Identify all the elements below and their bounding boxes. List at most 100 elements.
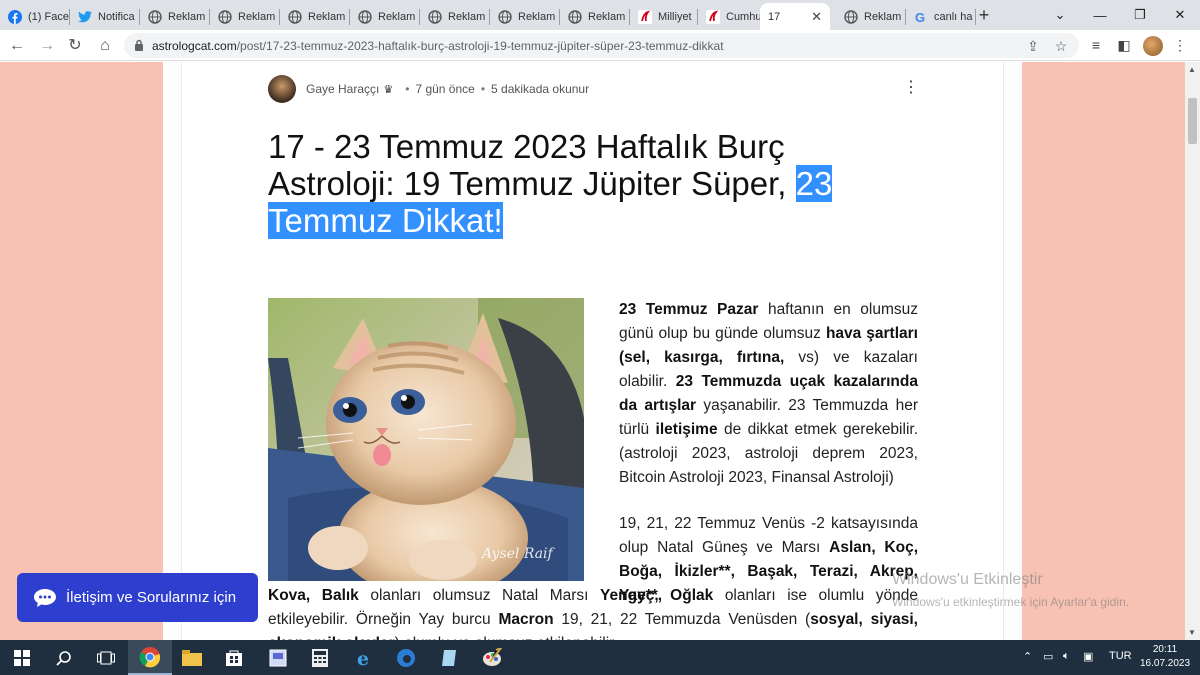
system-clock[interactable]: 20:11 16.07.2023 — [1140, 643, 1190, 671]
chevron-down-icon[interactable]: ⌄ — [1040, 0, 1080, 30]
battery-icon[interactable]: ▭ — [1043, 650, 1053, 663]
chrome-icon[interactable] — [128, 640, 172, 675]
media-control-icon[interactable]: ≡ — [1086, 35, 1106, 55]
browser-tab[interactable]: Reklam — [560, 3, 630, 30]
chat-bubble-icon — [34, 588, 56, 607]
scroll-up-icon[interactable]: ▲ — [1188, 65, 1196, 74]
tab-title: Notifica — [98, 10, 135, 23]
activation-watermark-title: Windows'u Etkinleştir — [892, 571, 1043, 588]
tab-title: Reklam — [448, 10, 486, 23]
tab-strip: (1) Face Notifica Reklam Reklam Reklam Reklam… — [0, 0, 1200, 30]
tab-title: Cumhu — [726, 10, 762, 23]
url-text: astrologcat.com/post/17-23-temmuz-2023-h… — [152, 39, 724, 53]
lock-icon[interactable] — [134, 39, 144, 51]
side-panel-icon[interactable]: ◧ — [1114, 35, 1134, 55]
notes-app-icon[interactable] — [428, 640, 472, 675]
browser-tab[interactable]: Reklam — [140, 3, 210, 30]
tab-title: Reklam — [588, 10, 626, 23]
profile-avatar[interactable] — [1143, 36, 1163, 56]
milliyet-icon — [638, 9, 652, 24]
tab-title: Reklam — [518, 10, 556, 23]
svg-text:G: G — [915, 10, 925, 24]
app-window-icon[interactable] — [256, 640, 300, 675]
bookmark-star-icon[interactable]: ☆ — [1052, 37, 1070, 55]
contact-chat-button[interactable]: İletişim ve Sorularınız için — [17, 573, 258, 622]
crown-icon: ♛ — [383, 83, 394, 96]
activation-watermark-text: Windows'u etkinleştirmek için Ayarlar'a … — [892, 595, 1130, 609]
task-view-icon[interactable] — [84, 640, 128, 675]
globe-icon — [498, 9, 512, 24]
svg-text:e: e — [357, 648, 369, 668]
chat-button-label: İletişim ve Sorularınız için — [66, 589, 237, 606]
file-explorer-icon[interactable] — [170, 640, 214, 675]
twitter-icon — [78, 10, 92, 24]
image-signature: Aysel Raif — [482, 546, 553, 562]
page-scrollbar[interactable]: ▲ ▼ — [1185, 62, 1200, 640]
close-window-button[interactable]: ✕ — [1160, 0, 1200, 30]
minimize-button[interactable]: — — [1080, 0, 1120, 30]
browser-tab[interactable]: Gcanlı ha — [906, 3, 976, 30]
author-name[interactable]: Gaye Haraççı — [306, 82, 379, 96]
windows-taskbar: e ⌃ ▭ 🔈︎ ▣ TUR 20:11 16.07.2023 — [0, 640, 1200, 675]
edge-icon[interactable] — [384, 640, 428, 675]
tab-title: Reklam — [864, 10, 902, 23]
google-icon: G — [914, 10, 928, 24]
menu-icon[interactable]: ⋮ — [1170, 35, 1190, 55]
browser-tab[interactable]: Milliyet — [630, 3, 698, 30]
scroll-thumb[interactable] — [1188, 98, 1197, 144]
browser-tab[interactable]: Notifica — [70, 3, 140, 30]
chevron-up-icon[interactable]: ⌃ — [1023, 650, 1032, 663]
tab-title: Milliyet — [658, 10, 692, 23]
read-time: 5 dakikada okunur — [491, 82, 590, 96]
tab-title: canlı ha — [934, 10, 973, 23]
tab-title: Reklam — [308, 10, 346, 23]
globe-icon — [568, 9, 582, 24]
tab-title: Reklam — [168, 10, 206, 23]
globe-icon — [218, 9, 232, 24]
language-indicator[interactable]: TUR — [1109, 650, 1132, 662]
new-tab-button[interactable]: + — [974, 5, 994, 25]
post-date: 7 gün önce — [415, 82, 475, 96]
tab-title: Reklam — [378, 10, 416, 23]
tab-title: 17 — [768, 10, 781, 23]
windows-start-icon[interactable] — [0, 640, 44, 675]
browser-tab[interactable]: (1) Face — [0, 3, 70, 30]
tab-title: (1) Face — [28, 10, 69, 23]
browser-tab[interactable]: Reklam — [350, 3, 420, 30]
back-button[interactable]: ← — [6, 35, 28, 57]
browser-tab[interactable]: 17 ✕ — [760, 3, 830, 30]
cumhuriyet-icon — [706, 9, 720, 24]
browser-tab[interactable]: Reklam — [420, 3, 490, 30]
globe-icon — [844, 9, 858, 24]
more-options-icon[interactable]: ⋮ — [903, 80, 919, 96]
tab-title: Reklam — [238, 10, 276, 23]
calculator-icon[interactable] — [298, 640, 342, 675]
paragraph-1: 23 Temmuz Pazar haftanın en olumsuz günü… — [619, 301, 919, 486]
restore-button[interactable]: ❐ — [1120, 0, 1160, 30]
post-meta: Gaye Haraççı ♛ • 7 gün önce • 5 dakikada… — [268, 75, 589, 103]
kitten-image — [268, 298, 584, 581]
paint-app-icon[interactable] — [470, 640, 514, 675]
browser-tab[interactable]: Reklam — [490, 3, 560, 30]
browser-tab[interactable]: Reklam — [836, 3, 906, 30]
scroll-down-icon[interactable]: ▼ — [1188, 628, 1196, 637]
reload-button[interactable]: ↻ — [64, 35, 86, 57]
browser-tab[interactable]: Reklam — [280, 3, 350, 30]
search-icon[interactable] — [42, 640, 86, 675]
globe-icon — [358, 9, 372, 24]
globe-icon — [148, 9, 162, 24]
share-icon[interactable]: ⇪ — [1024, 37, 1042, 55]
internet-explorer-icon[interactable]: e — [342, 640, 386, 675]
browser-tab[interactable]: Cumhu — [698, 3, 764, 30]
globe-icon — [288, 9, 302, 24]
facebook-icon — [8, 9, 22, 24]
forward-button[interactable]: → — [36, 35, 58, 57]
address-bar[interactable]: astrologcat.com/post/17-23-temmuz-2023-h… — [124, 33, 1079, 58]
volume-icon[interactable]: 🔈︎ — [1063, 650, 1070, 663]
network-icon[interactable]: ▣ — [1083, 650, 1093, 663]
browser-tab[interactable]: Reklam — [210, 3, 280, 30]
store-icon[interactable] — [212, 640, 256, 675]
author-avatar[interactable] — [268, 75, 296, 103]
close-tab-icon[interactable]: ✕ — [811, 9, 822, 25]
home-button[interactable]: ⌂ — [94, 35, 116, 57]
